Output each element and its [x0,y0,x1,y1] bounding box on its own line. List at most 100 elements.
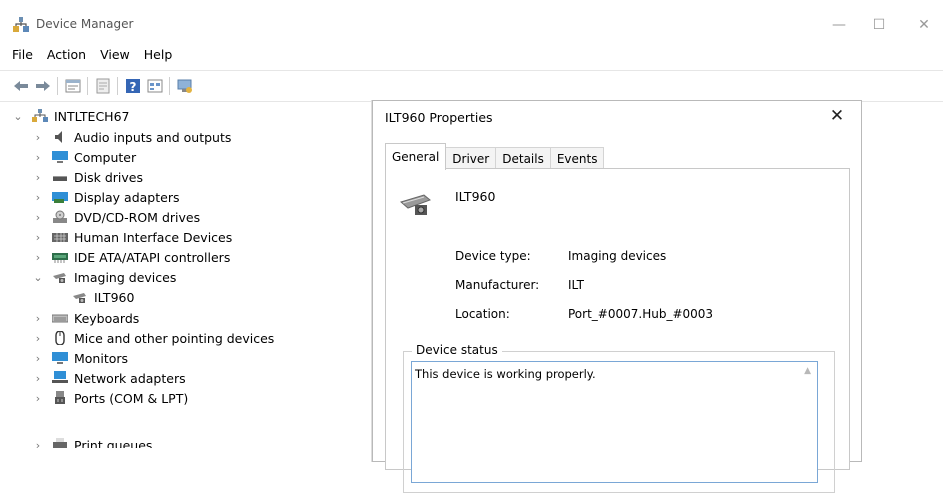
expand-chevron-icon[interactable]: › [32,312,44,325]
svg-text:?: ? [130,80,137,94]
tree-item-label: Keyboards [74,310,140,326]
tree-item-label: Monitors [74,350,129,366]
menu-action[interactable]: Action [40,44,93,66]
expand-chevron-icon[interactable]: › [32,151,44,164]
menu-file[interactable]: File [0,44,40,66]
hid-icon [52,233,68,242]
expand-chevron-icon[interactable]: › [32,439,44,449]
mouse-icon [55,331,65,345]
dialog-title: ILT960 Properties [385,110,493,125]
device-tree: ⌄ INTLTECH67 › Audio inputs and outputs … [0,101,380,448]
tree-item-dvd[interactable]: › DVD/CD-ROM drives [32,207,200,227]
close-window-button[interactable]: ✕ [915,16,933,34]
menu-help[interactable]: Help [137,44,180,66]
imaging-device-icon [53,273,66,283]
tree-item-label: IDE ATA/ATAPI controllers [74,249,231,265]
monitor-icon [52,151,68,163]
window-title: Device Manager [36,17,134,31]
expand-chevron-icon[interactable]: ⌄ [12,110,24,123]
tree-item-label: DVD/CD-ROM drives [74,209,201,225]
tree-item-monitors[interactable]: › Monitors [32,348,128,368]
tree-item-label: Disk drives [74,169,143,185]
location-value: Port_#0007.Hub_#0003 [568,307,714,321]
maximize-button[interactable]: ☐ [870,16,888,34]
tab-events[interactable]: Events [549,147,605,170]
tree-item-label: Ports (COM & LPT) [74,390,189,406]
tree-item-ide[interactable]: › IDE ATA/ATAPI controllers [32,247,231,267]
manufacturer-label: Manufacturer: [455,278,540,292]
tab-driver[interactable]: Driver [445,147,497,170]
dvd-drive-icon [53,210,67,223]
dialog-close-button[interactable]: ✕ [827,106,847,126]
tree-item-label: Computer [74,149,137,165]
device-type-label: Device type: [455,249,531,263]
back-icon[interactable] [12,77,30,95]
collapse-chevron-icon[interactable]: ⌄ [32,271,44,284]
tree-item-computer[interactable]: › Computer [32,147,136,167]
ide-controller-icon [52,253,68,263]
tree-item-ports[interactable]: › Ports (COM & LPT) [32,388,188,408]
network-adapter-icon [52,371,68,383]
tree-item-ilt960[interactable]: ILT960 [72,287,134,307]
expand-chevron-icon[interactable]: › [32,332,44,345]
expand-chevron-icon[interactable]: › [32,131,44,144]
tree-item-label: Network adapters [74,370,186,386]
scan-hardware-icon[interactable] [176,77,194,95]
forward-icon[interactable] [34,77,52,95]
tree-item-hid[interactable]: › Human Interface Devices [32,227,232,247]
tree-item-keyboards[interactable]: › Keyboards [32,308,139,328]
expand-chevron-icon[interactable]: › [32,231,44,244]
expand-chevron-icon[interactable]: › [32,251,44,264]
expand-chevron-icon[interactable]: › [32,352,44,365]
tree-item-display-adapters[interactable]: › Display adapters [32,187,180,207]
help-icon[interactable]: ? [124,77,142,95]
expand-chevron-icon[interactable]: › [32,171,44,184]
tree-item-network[interactable]: › Network adapters [32,368,186,388]
device-name: ILT960 [455,189,496,204]
general-tab-panel: ILT960 Device type: Imaging devices Manu… [385,168,850,493]
properties-icon[interactable] [64,77,82,95]
device-manager-icon [13,17,29,32]
tree-root[interactable]: ⌄ INTLTECH67 [12,106,129,126]
printer-icon [53,438,67,448]
computer-node-icon [32,109,48,122]
title-bar: Device Manager — ☐ ✕ [0,10,943,40]
menu-view[interactable]: View [93,44,137,66]
device-type-value: Imaging devices [568,249,667,263]
tree-item-disk-drives[interactable]: › Disk drives [32,167,143,187]
device-status-text: This device is working properly. [415,367,596,381]
imaging-device-icon [400,194,431,215]
tree-item-print-queues[interactable]: › Print queues [32,435,152,448]
tree-item-label: ILT960 [94,289,135,305]
minimize-button[interactable]: — [830,16,848,34]
tree-item-audio[interactable]: › Audio inputs and outputs [32,127,232,147]
toolbar: ? [0,70,943,102]
display-adapter-icon [52,192,68,203]
expand-chevron-icon[interactable]: › [32,372,44,385]
speaker-icon [55,131,62,143]
toolbar-separator [57,77,58,95]
tree-item-label: Print queues [74,437,153,449]
tab-details[interactable]: Details [495,147,551,170]
tree-item-label: Mice and other pointing devices [74,330,275,346]
toolbar-separator [117,77,118,95]
expand-chevron-icon[interactable]: › [32,191,44,204]
keyboard-icon [52,314,68,323]
tree-item-imaging[interactable]: ⌄ Imaging devices [32,267,176,287]
update-driver-icon[interactable] [94,77,112,95]
device-status-textbox[interactable]: This device is working properly. ▲ [411,361,818,483]
menu-bar: File Action View Help [0,44,943,66]
tab-general[interactable]: General [385,143,447,170]
properties-dialog: ILT960 Properties ✕ General Driver Detai… [372,100,862,493]
expand-chevron-icon[interactable]: › [32,392,44,405]
tree-item-mice[interactable]: › Mice and other pointing devices [32,328,275,348]
expand-chevron-icon[interactable]: › [32,211,44,224]
monitor-icon [52,352,68,364]
tree-item-label: Human Interface Devices [74,229,233,245]
toolbar-separator [87,77,88,95]
tree-item-label: Audio inputs and outputs [74,129,232,145]
view-icon[interactable] [146,77,164,95]
scroll-up-icon[interactable]: ▲ [804,366,811,376]
manufacturer-value: ILT [568,278,584,292]
toolbar-separator [169,77,170,95]
